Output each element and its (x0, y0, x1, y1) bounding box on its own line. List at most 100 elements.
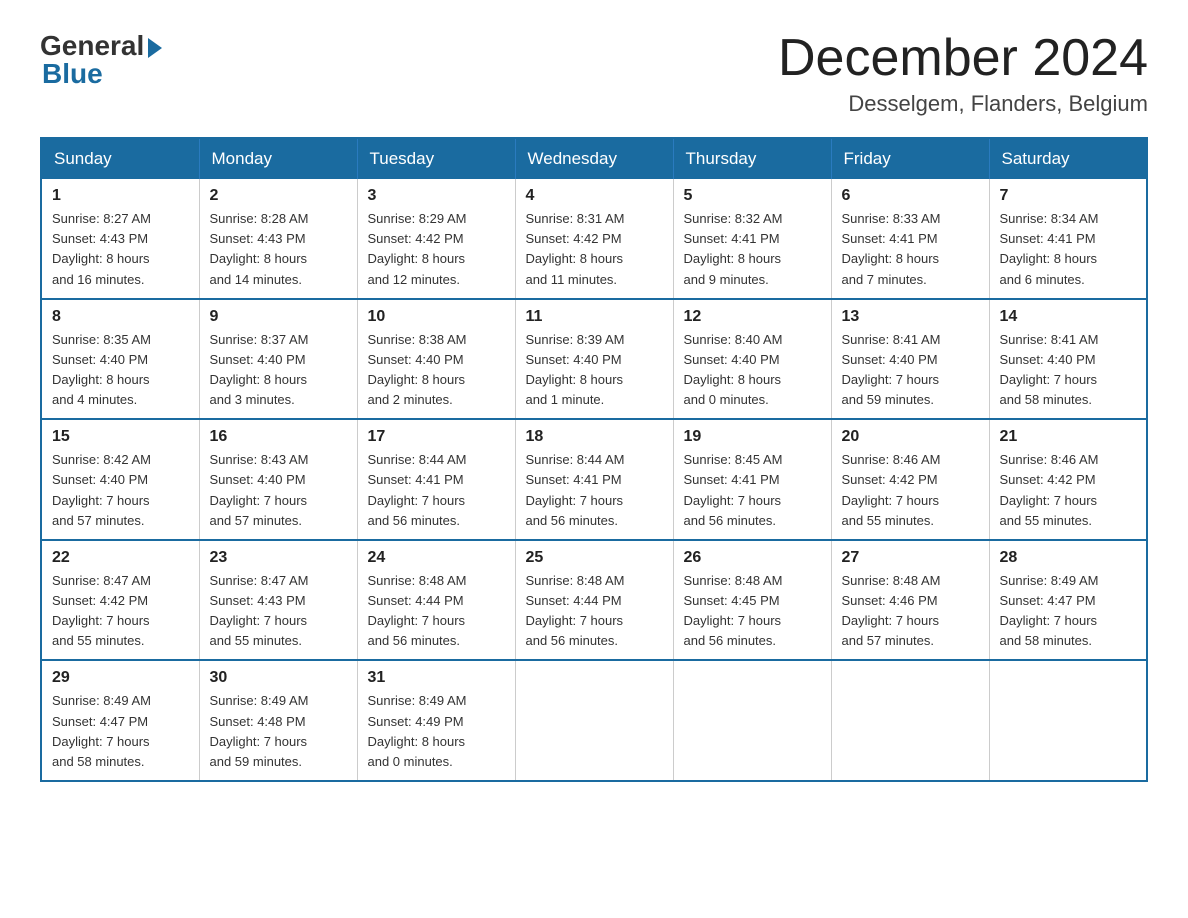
calendar-day-cell: 30 Sunrise: 8:49 AMSunset: 4:48 PMDayligh… (199, 660, 357, 781)
day-number: 4 (526, 187, 663, 205)
day-info: Sunrise: 8:49 AMSunset: 4:49 PMDaylight:… (368, 691, 505, 772)
calendar-day-cell: 14 Sunrise: 8:41 AMSunset: 4:40 PMDayligh… (989, 299, 1147, 420)
calendar-day-cell: 5 Sunrise: 8:32 AMSunset: 4:41 PMDaylight… (673, 179, 831, 299)
page-header: General Blue December 2024 Desselgem, Fl… (40, 30, 1148, 117)
calendar-week-row: 22 Sunrise: 8:47 AMSunset: 4:42 PMDayligh… (41, 540, 1147, 661)
day-info: Sunrise: 8:47 AMSunset: 4:43 PMDaylight:… (210, 571, 347, 652)
calendar-day-cell (831, 660, 989, 781)
calendar-day-cell: 31Sunrise: 8:49 AMSunset: 4:49 PMDayligh… (357, 660, 515, 781)
calendar-day-cell: 25 Sunrise: 8:48 AMSunset: 4:44 PMDayligh… (515, 540, 673, 661)
day-of-week-header: Saturday (989, 138, 1147, 179)
calendar-day-cell: 2Sunrise: 8:28 AMSunset: 4:43 PMDaylight… (199, 179, 357, 299)
day-number: 21 (1000, 428, 1137, 446)
day-of-week-header: Tuesday (357, 138, 515, 179)
month-title: December 2024 (778, 30, 1148, 87)
location-text: Desselgem, Flanders, Belgium (778, 91, 1148, 117)
day-info: Sunrise: 8:49 AMSunset: 4:48 PMDaylight:… (210, 691, 347, 772)
calendar-day-cell: 26 Sunrise: 8:48 AMSunset: 4:45 PMDayligh… (673, 540, 831, 661)
calendar-day-cell: 1Sunrise: 8:27 AMSunset: 4:43 PMDaylight… (41, 179, 199, 299)
calendar-week-row: 15Sunrise: 8:42 AMSunset: 4:40 PMDayligh… (41, 419, 1147, 540)
calendar-day-cell: 6Sunrise: 8:33 AMSunset: 4:41 PMDaylight… (831, 179, 989, 299)
day-number: 26 (684, 549, 821, 567)
day-info: Sunrise: 8:48 AMSunset: 4:44 PMDaylight:… (368, 571, 505, 652)
day-info: Sunrise: 8:48 AMSunset: 4:44 PMDaylight:… (526, 571, 663, 652)
calendar-day-cell: 15Sunrise: 8:42 AMSunset: 4:40 PMDayligh… (41, 419, 199, 540)
day-number: 9 (210, 308, 347, 326)
calendar-day-cell: 10Sunrise: 8:38 AMSunset: 4:40 PMDayligh… (357, 299, 515, 420)
day-of-week-header: Sunday (41, 138, 199, 179)
calendar-day-cell (673, 660, 831, 781)
calendar-day-cell: 12Sunrise: 8:40 AMSunset: 4:40 PMDayligh… (673, 299, 831, 420)
day-number: 12 (684, 308, 821, 326)
day-number: 28 (1000, 549, 1137, 567)
day-number: 10 (368, 308, 505, 326)
day-info: Sunrise: 8:35 AMSunset: 4:40 PMDaylight:… (52, 330, 189, 411)
calendar-day-cell: 24Sunrise: 8:48 AMSunset: 4:44 PMDayligh… (357, 540, 515, 661)
calendar-day-cell: 27 Sunrise: 8:48 AMSunset: 4:46 PMDayligh… (831, 540, 989, 661)
calendar-header: SundayMondayTuesdayWednesdayThursdayFrid… (41, 138, 1147, 179)
day-number: 30 (210, 669, 347, 687)
day-of-week-header: Monday (199, 138, 357, 179)
day-of-week-header: Thursday (673, 138, 831, 179)
day-number: 8 (52, 308, 189, 326)
day-info: Sunrise: 8:49 AMSunset: 4:47 PMDaylight:… (52, 691, 189, 772)
day-number: 29 (52, 669, 189, 687)
day-info: Sunrise: 8:29 AMSunset: 4:42 PMDaylight:… (368, 209, 505, 290)
calendar-day-cell: 9 Sunrise: 8:37 AMSunset: 4:40 PMDaylight… (199, 299, 357, 420)
calendar-day-cell: 23 Sunrise: 8:47 AMSunset: 4:43 PMDayligh… (199, 540, 357, 661)
day-info: Sunrise: 8:28 AMSunset: 4:43 PMDaylight:… (210, 209, 347, 290)
calendar-day-cell: 28 Sunrise: 8:49 AMSunset: 4:47 PMDayligh… (989, 540, 1147, 661)
title-section: December 2024 Desselgem, Flanders, Belgi… (778, 30, 1148, 117)
day-number: 19 (684, 428, 821, 446)
day-number: 13 (842, 308, 979, 326)
day-number: 16 (210, 428, 347, 446)
day-info: Sunrise: 8:41 AMSunset: 4:40 PMDaylight:… (842, 330, 979, 411)
day-info: Sunrise: 8:42 AMSunset: 4:40 PMDaylight:… (52, 450, 189, 531)
day-info: Sunrise: 8:32 AMSunset: 4:41 PMDaylight:… (684, 209, 821, 290)
calendar-day-cell: 17 Sunrise: 8:44 AMSunset: 4:41 PMDayligh… (357, 419, 515, 540)
day-info: Sunrise: 8:33 AMSunset: 4:41 PMDaylight:… (842, 209, 979, 290)
calendar-day-cell: 8 Sunrise: 8:35 AMSunset: 4:40 PMDaylight… (41, 299, 199, 420)
day-number: 3 (368, 187, 505, 205)
day-info: Sunrise: 8:31 AMSunset: 4:42 PMDaylight:… (526, 209, 663, 290)
calendar-table: SundayMondayTuesdayWednesdayThursdayFrid… (40, 137, 1148, 782)
day-number: 11 (526, 308, 663, 326)
day-number: 5 (684, 187, 821, 205)
day-info: Sunrise: 8:41 AMSunset: 4:40 PMDaylight:… (1000, 330, 1137, 411)
calendar-day-cell: 18 Sunrise: 8:44 AMSunset: 4:41 PMDayligh… (515, 419, 673, 540)
day-number: 1 (52, 187, 189, 205)
day-info: Sunrise: 8:46 AMSunset: 4:42 PMDaylight:… (842, 450, 979, 531)
day-info: Sunrise: 8:37 AMSunset: 4:40 PMDaylight:… (210, 330, 347, 411)
day-info: Sunrise: 8:43 AMSunset: 4:40 PMDaylight:… (210, 450, 347, 531)
day-info: Sunrise: 8:39 AMSunset: 4:40 PMDaylight:… (526, 330, 663, 411)
day-info: Sunrise: 8:45 AMSunset: 4:41 PMDaylight:… (684, 450, 821, 531)
day-number: 7 (1000, 187, 1137, 205)
day-of-week-header: Friday (831, 138, 989, 179)
day-info: Sunrise: 8:48 AMSunset: 4:45 PMDaylight:… (684, 571, 821, 652)
calendar-week-row: 1Sunrise: 8:27 AMSunset: 4:43 PMDaylight… (41, 179, 1147, 299)
day-info: Sunrise: 8:44 AMSunset: 4:41 PMDaylight:… (526, 450, 663, 531)
day-number: 23 (210, 549, 347, 567)
day-number: 20 (842, 428, 979, 446)
day-info: Sunrise: 8:47 AMSunset: 4:42 PMDaylight:… (52, 571, 189, 652)
calendar-body: 1Sunrise: 8:27 AMSunset: 4:43 PMDaylight… (41, 179, 1147, 781)
day-number: 14 (1000, 308, 1137, 326)
logo-arrow-icon (148, 38, 162, 58)
day-number: 17 (368, 428, 505, 446)
day-info: Sunrise: 8:34 AMSunset: 4:41 PMDaylight:… (1000, 209, 1137, 290)
days-of-week-row: SundayMondayTuesdayWednesdayThursdayFrid… (41, 138, 1147, 179)
day-info: Sunrise: 8:48 AMSunset: 4:46 PMDaylight:… (842, 571, 979, 652)
calendar-day-cell (989, 660, 1147, 781)
day-info: Sunrise: 8:49 AMSunset: 4:47 PMDaylight:… (1000, 571, 1137, 652)
calendar-week-row: 29 Sunrise: 8:49 AMSunset: 4:47 PMDayligh… (41, 660, 1147, 781)
day-number: 27 (842, 549, 979, 567)
day-info: Sunrise: 8:44 AMSunset: 4:41 PMDaylight:… (368, 450, 505, 531)
calendar-day-cell: 7 Sunrise: 8:34 AMSunset: 4:41 PMDaylight… (989, 179, 1147, 299)
day-of-week-header: Wednesday (515, 138, 673, 179)
calendar-day-cell: 4 Sunrise: 8:31 AMSunset: 4:42 PMDaylight… (515, 179, 673, 299)
day-number: 25 (526, 549, 663, 567)
calendar-day-cell: 16 Sunrise: 8:43 AMSunset: 4:40 PMDayligh… (199, 419, 357, 540)
day-number: 18 (526, 428, 663, 446)
day-number: 22 (52, 549, 189, 567)
calendar-day-cell: 13 Sunrise: 8:41 AMSunset: 4:40 PMDayligh… (831, 299, 989, 420)
